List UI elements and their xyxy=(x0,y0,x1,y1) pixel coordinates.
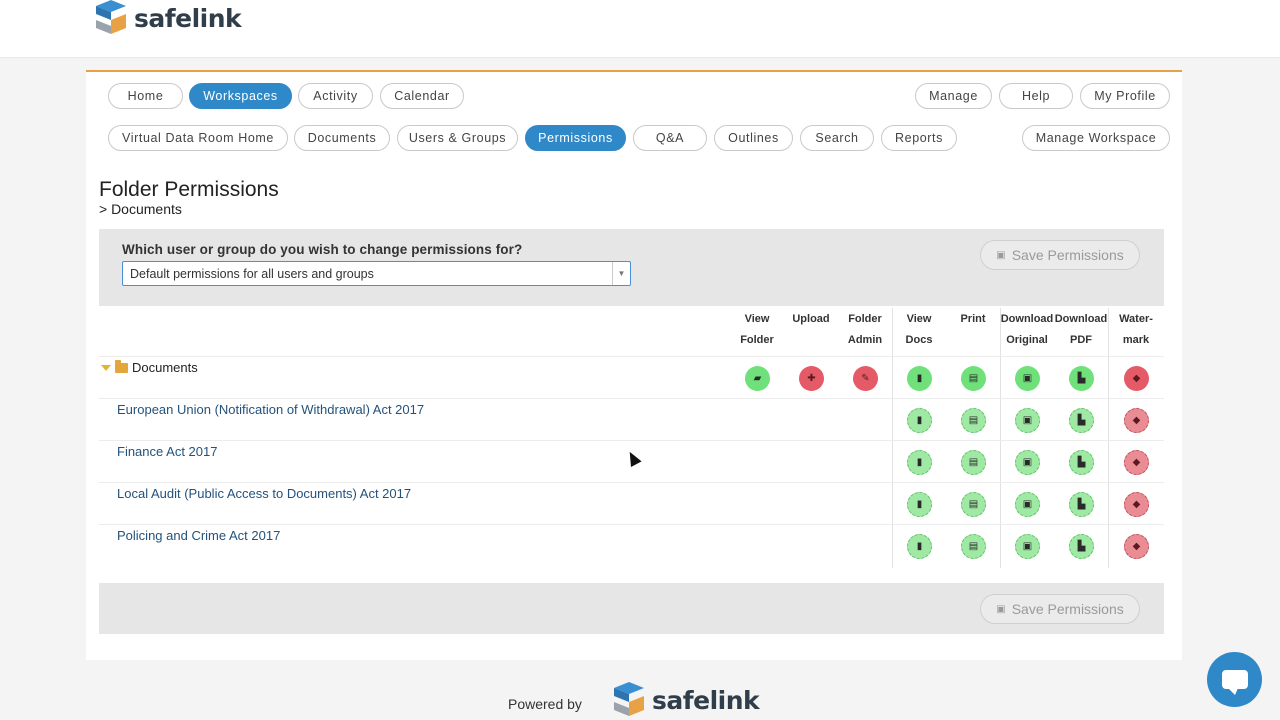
subnav-search[interactable]: Search xyxy=(800,125,874,151)
subnav-documents[interactable]: Documents xyxy=(294,125,390,151)
safelink-logo[interactable]: safelink xyxy=(92,0,242,36)
col-download-pdf: Download PDF xyxy=(1054,313,1108,346)
save-permissions-label: Save Permissions xyxy=(1011,247,1124,263)
subnav-reports[interactable]: Reports xyxy=(881,125,957,151)
chat-bubble-icon xyxy=(1221,670,1248,695)
folder-open-icon[interactable]: ▰ xyxy=(745,366,770,391)
document-icon[interactable]: ▮ xyxy=(907,408,932,433)
folder-row-documents[interactable]: Documents xyxy=(101,359,198,375)
subnav-permissions[interactable]: Permissions xyxy=(525,125,626,151)
floppy-disk-icon: ▣ xyxy=(996,603,1006,615)
row-divider xyxy=(99,524,1164,525)
row-divider xyxy=(99,398,1164,399)
logo-wordmark: safelink xyxy=(652,685,760,715)
document-link[interactable]: European Union (Notification of Withdraw… xyxy=(117,402,424,417)
folder-icon xyxy=(115,359,128,373)
footer-safelink-logo[interactable]: safelink xyxy=(610,682,760,718)
printer-icon[interactable]: ▤ xyxy=(961,534,986,559)
floppy-disk-icon[interactable]: ▣ xyxy=(1015,534,1040,559)
powered-by-label: Powered by xyxy=(508,696,582,712)
chat-button[interactable] xyxy=(1207,652,1262,707)
pdf-icon[interactable]: ▙ xyxy=(1069,492,1094,517)
col-print: Print xyxy=(960,313,986,325)
breadcrumb[interactable]: > Documents xyxy=(99,201,182,217)
col-folder-admin: Folder Admin xyxy=(847,313,883,346)
user-group-select-value: Default permissions for all users and gr… xyxy=(130,266,374,281)
tag-icon[interactable]: ◆ xyxy=(1124,450,1149,475)
pdf-icon[interactable]: ▙ xyxy=(1069,408,1094,433)
top-header: safelink xyxy=(0,0,1280,58)
page-title: Folder Permissions xyxy=(99,178,279,201)
printer-icon[interactable]: ▤ xyxy=(961,492,986,517)
printer-icon[interactable]: ▤ xyxy=(961,366,986,391)
col-view-docs: View Docs xyxy=(905,313,933,346)
save-permissions-label: Save Permissions xyxy=(1011,601,1124,617)
column-divider xyxy=(1108,308,1109,568)
pdf-icon[interactable]: ▙ xyxy=(1069,450,1094,475)
wrench-icon[interactable]: ✎ xyxy=(853,366,878,391)
floppy-disk-icon[interactable]: ▣ xyxy=(1015,450,1040,475)
document-link[interactable]: Policing and Crime Act 2017 xyxy=(117,528,280,543)
floppy-disk-icon: ▣ xyxy=(996,249,1006,261)
expand-triangle-icon[interactable] xyxy=(101,364,111,371)
tag-icon[interactable]: ◆ xyxy=(1124,534,1149,559)
user-group-select[interactable]: Default permissions for all users and gr… xyxy=(122,261,631,286)
bottom-save-panel: ▣ Save Permissions xyxy=(99,583,1164,634)
document-icon[interactable]: ▮ xyxy=(907,450,932,475)
printer-icon[interactable]: ▤ xyxy=(961,408,986,433)
floppy-disk-icon[interactable]: ▣ xyxy=(1015,492,1040,517)
tag-icon[interactable]: ◆ xyxy=(1124,408,1149,433)
document-link[interactable]: Local Audit (Public Access to Documents)… xyxy=(117,486,411,501)
col-download-original: Download Original xyxy=(1000,313,1054,346)
footer: Powered by safelink xyxy=(0,680,1280,720)
col-upload: Upload xyxy=(792,313,830,325)
main-card: Home Workspaces Activity Calendar Manage… xyxy=(86,70,1182,660)
subnav-qa[interactable]: Q&A xyxy=(633,125,707,151)
col-watermark: Water-mark xyxy=(1119,313,1153,346)
subnav-outlines[interactable]: Outlines xyxy=(714,125,793,151)
floppy-disk-icon[interactable]: ▣ xyxy=(1015,408,1040,433)
permission-filter-panel: Which user or group do you wish to chang… xyxy=(99,229,1164,306)
document-icon[interactable]: ▮ xyxy=(907,366,932,391)
safelink-logo-icon xyxy=(614,682,644,716)
nav-workspaces[interactable]: Workspaces xyxy=(189,83,292,109)
subnav-manage-workspace[interactable]: Manage Workspace xyxy=(1022,125,1170,151)
subnav-users-groups[interactable]: Users & Groups xyxy=(397,125,518,151)
tag-icon[interactable]: ◆ xyxy=(1124,366,1149,391)
folder-name[interactable]: Documents xyxy=(132,360,198,375)
save-permissions-button-bottom[interactable]: ▣ Save Permissions xyxy=(980,594,1140,624)
column-divider xyxy=(1000,308,1001,568)
row-divider xyxy=(99,440,1164,441)
user-group-question: Which user or group do you wish to chang… xyxy=(122,242,523,257)
nav-manage[interactable]: Manage xyxy=(915,83,992,109)
chevron-down-icon[interactable]: ▼ xyxy=(612,262,630,285)
nav-help[interactable]: Help xyxy=(999,83,1073,109)
nav-home[interactable]: Home xyxy=(108,83,183,109)
nav-activity[interactable]: Activity xyxy=(298,83,373,109)
subnav-vdr-home[interactable]: Virtual Data Room Home xyxy=(108,125,288,151)
document-link[interactable]: Finance Act 2017 xyxy=(117,444,217,459)
tag-icon[interactable]: ◆ xyxy=(1124,492,1149,517)
floppy-disk-icon[interactable]: ▣ xyxy=(1015,366,1040,391)
row-divider xyxy=(99,356,1164,357)
nav-calendar[interactable]: Calendar xyxy=(380,83,464,109)
column-divider xyxy=(892,308,893,568)
pdf-icon[interactable]: ▙ xyxy=(1069,366,1094,391)
col-view-folder: View Folder xyxy=(740,313,774,346)
row-divider xyxy=(99,482,1164,483)
save-permissions-button-top[interactable]: ▣ Save Permissions xyxy=(980,240,1140,270)
plus-icon[interactable]: ✚ xyxy=(799,366,824,391)
safelink-logo-icon xyxy=(96,0,126,34)
document-icon[interactable]: ▮ xyxy=(907,492,932,517)
document-icon[interactable]: ▮ xyxy=(907,534,932,559)
printer-icon[interactable]: ▤ xyxy=(961,450,986,475)
logo-wordmark: safelink xyxy=(134,3,242,33)
pdf-icon[interactable]: ▙ xyxy=(1069,534,1094,559)
nav-my-profile[interactable]: My Profile xyxy=(1080,83,1170,109)
